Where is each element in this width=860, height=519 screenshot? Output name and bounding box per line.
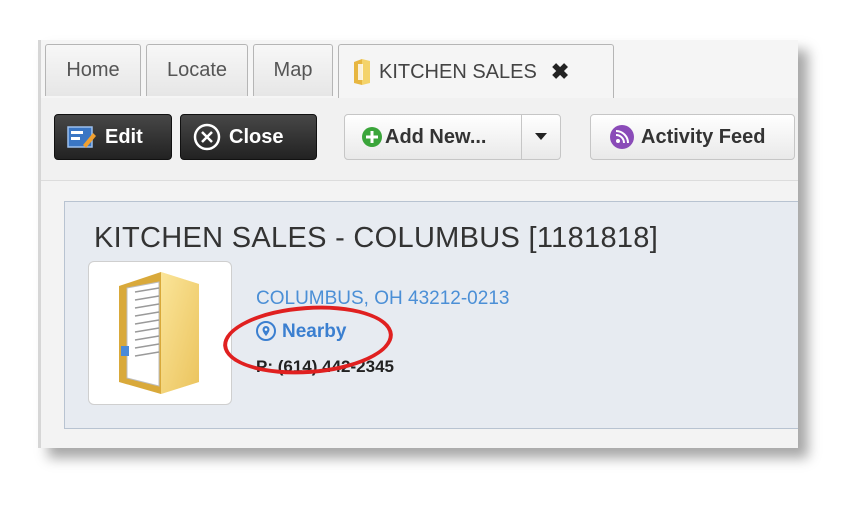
add-new-label: Add New... [385, 125, 487, 148]
edit-label: Edit [105, 125, 143, 148]
tab-bar: Home Locate Map KITCHEN SALES ✖ [41, 40, 798, 99]
app-window: Home Locate Map KITCHEN SALES ✖ Edit Clo… [38, 40, 798, 448]
toolbar: Edit Close Add New... Activity Feed [41, 98, 798, 181]
record-panel: KITCHEN SALES - COLUMBUS [1181818] COLUM… [64, 201, 798, 429]
page-title: KITCHEN SALES - COLUMBUS [1181818] [94, 222, 659, 254]
tab-label: Locate [166, 59, 228, 81]
activity-feed-button[interactable]: Activity Feed [590, 114, 795, 160]
close-button[interactable]: Close [180, 114, 317, 160]
tab-label: KITCHEN SALES [379, 60, 537, 83]
edit-button[interactable]: Edit [54, 114, 172, 160]
add-new-split-button[interactable]: Add New... [344, 114, 561, 160]
chevron-down-icon[interactable] [521, 115, 560, 159]
rss-icon [609, 124, 635, 150]
tab-label: Map [273, 59, 313, 81]
tab-kitchen-sales[interactable]: KITCHEN SALES ✖ [338, 44, 614, 99]
add-icon [361, 126, 383, 148]
folder-icon [354, 59, 370, 85]
tab-map[interactable]: Map [253, 44, 333, 96]
tab-home[interactable]: Home [45, 44, 141, 96]
close-icon [193, 123, 221, 151]
close-label: Close [229, 125, 284, 148]
close-tab-icon[interactable]: ✖ [551, 59, 569, 85]
tab-locate[interactable]: Locate [146, 44, 248, 96]
tab-label: Home [66, 59, 120, 81]
edit-icon [67, 125, 97, 149]
activity-feed-label: Activity Feed [641, 125, 766, 148]
folder-icon [119, 272, 199, 394]
record-thumbnail [88, 261, 232, 405]
